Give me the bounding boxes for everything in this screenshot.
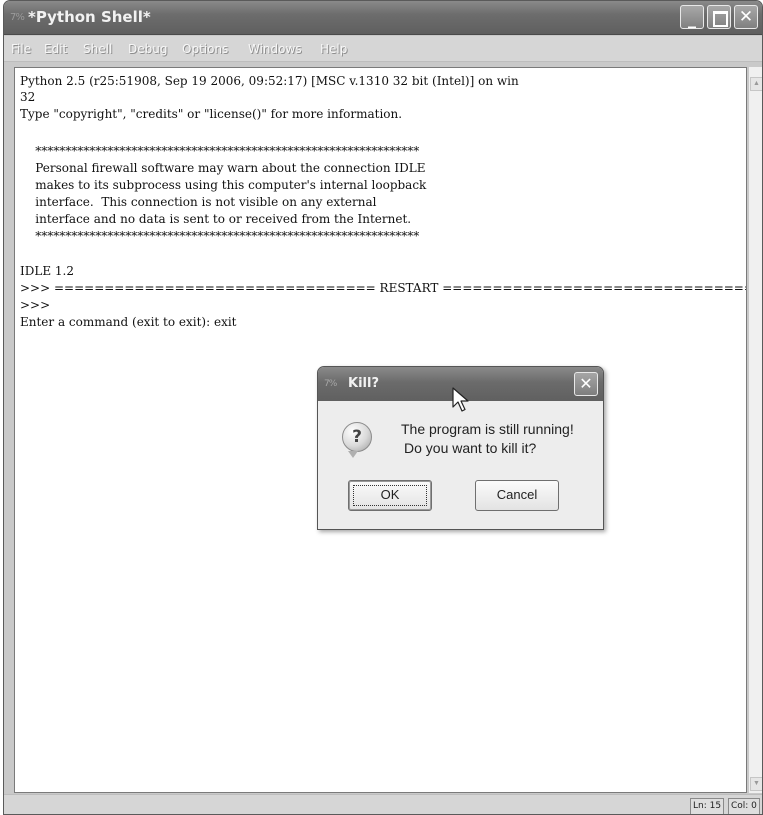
shell-line: Type "copyright", "credits" or "license(… [20,107,403,121]
shell-line: >>> ================================ RES… [20,281,747,295]
menu-options[interactable]: Options [182,42,228,56]
shell-line: ****************************************… [20,144,420,158]
menu-help[interactable]: Help [320,42,347,56]
idle-app-icon: 7% [10,12,25,23]
ok-button[interactable]: OK [348,480,432,511]
mouse-pointer-icon [452,387,469,412]
status-column-number: Col: 0 [728,798,760,814]
menu-edit[interactable]: Edit [44,42,67,56]
vertical-scrollbar[interactable]: ▲ ▼ [748,67,762,793]
question-icon: ? [342,422,372,458]
menu-file[interactable]: File [11,42,31,56]
shell-line: 32 [20,90,36,104]
shell-line: Python 2.5 (r25:51908, Sep 19 2006, 09:5… [20,74,519,88]
title-bar[interactable]: 7% *Python Shell* _ ✕ [4,1,762,35]
status-bar: Ln: 15 Col: 0 [4,794,762,814]
shell-line: makes to its subprocess using this compu… [20,178,427,192]
scroll-up-arrow-icon[interactable]: ▲ [750,77,762,91]
shell-prompt-line: Enter a command (exit to exit): exit [20,315,237,329]
dialog-app-icon: 7% [324,379,337,389]
shell-line: >>> [20,298,51,312]
shell-line: interface. This connection is not visibl… [20,195,377,209]
shell-line: ****************************************… [20,229,420,243]
minimize-button[interactable]: _ [680,5,704,29]
shell-line: IDLE 1.2 [20,264,74,278]
dialog-close-button[interactable]: ✕ [574,372,598,396]
shell-line: interface and no data is sent to or rece… [20,212,412,226]
dialog-message-line-2: Do you want to kill it? [404,440,537,456]
cancel-button[interactable]: Cancel [475,480,559,511]
dialog-message-line-1: The program is still running! [401,421,574,437]
close-button[interactable]: ✕ [734,5,758,29]
menu-debug[interactable]: Debug [128,42,167,56]
menu-windows[interactable]: Windows [248,42,302,56]
dialog-title: Kill? [348,376,379,391]
scroll-down-arrow-icon[interactable]: ▼ [750,777,762,791]
menu-shell[interactable]: Shell [83,42,112,56]
maximize-button[interactable] [707,5,731,29]
menu-bar: File Edit Shell Debug Options Windows He… [4,36,762,62]
shell-line: Personal firewall software may warn abou… [20,161,426,175]
window-title: *Python Shell* [28,8,151,26]
status-line-number: Ln: 15 [690,798,725,814]
